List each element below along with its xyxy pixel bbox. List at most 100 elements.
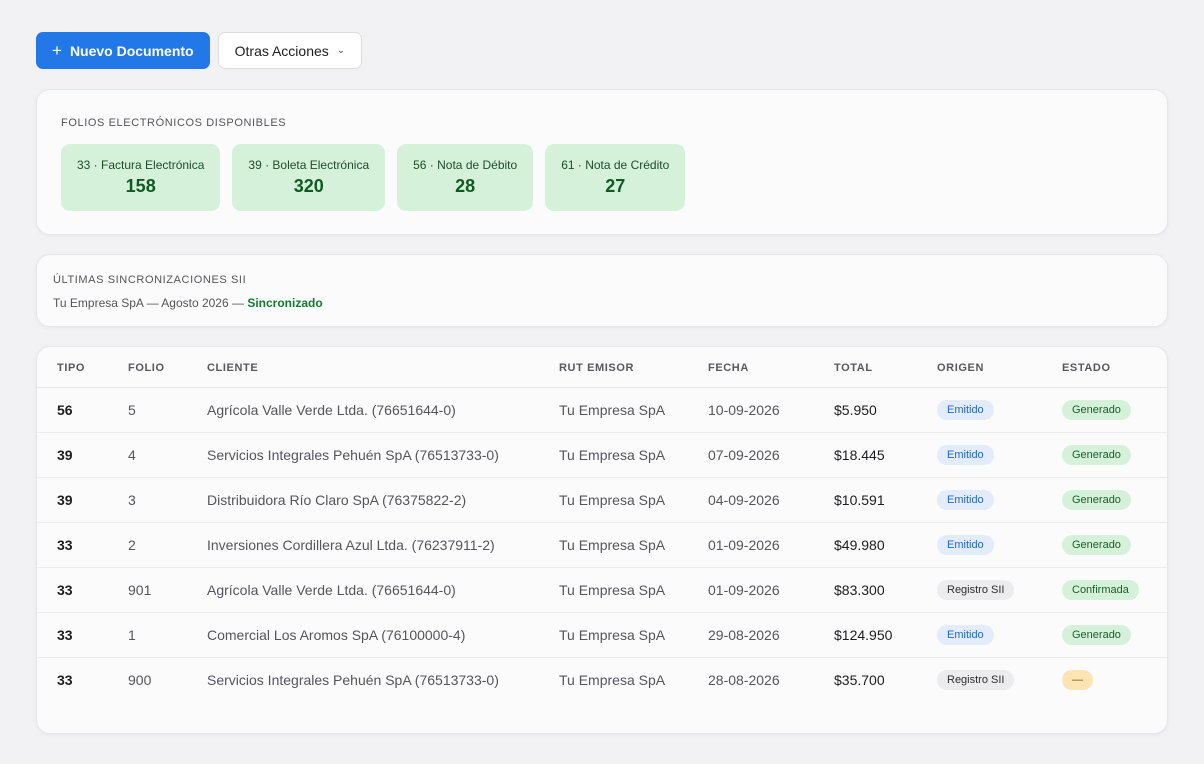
cell-origen: Registro SII [937,567,1062,613]
header-fecha[interactable]: FECHA [708,347,834,388]
folio-label: 39 · Boleta Electrónica [248,158,370,172]
table-row[interactable]: 33 900 Servicios Integrales Pehuén SpA (… [37,657,1167,702]
folios-card: FOLIOS ELECTRÓNICOS DISPONIBLES 33 · Fac… [36,89,1168,235]
cell-folio: 2 [128,522,207,568]
cell-cliente: Comercial Los Aromos SpA (76100000-4) [207,612,559,658]
table-row[interactable]: 33 901 Agrícola Valle Verde Ltda. (76651… [37,567,1167,613]
folio-count: 28 [455,176,476,196]
folio-chip-61: 61 · Nota de Crédito 27 [545,144,686,211]
cell-fecha: 01-09-2026 [708,522,834,568]
table-row[interactable]: 39 4 Servicios Integrales Pehuén SpA (76… [37,432,1167,478]
cell-tipo: 56 [37,387,128,433]
cell-cliente: Servicios Integrales Pehuén SpA (7651373… [207,432,559,478]
sync-description: Tu Empresa SpA — Agosto 2026 — [53,296,244,310]
cell-total: $5.950 [834,387,937,433]
cell-total: $35.700 [834,671,885,688]
estado-badge: Generado [1062,489,1131,510]
folios-title: FOLIOS ELECTRÓNICOS DISPONIBLES [61,117,287,129]
sync-status: Sincronizado [247,296,323,310]
cell-rut-emisor: Tu Empresa SpA [559,522,708,568]
table-row[interactable]: 39 3 Distribuidora Río Claro SpA (763758… [37,477,1167,523]
estado-badge: Generado [1062,624,1131,645]
estado-badge: Generado [1062,399,1131,420]
header-estado[interactable]: ESTADO [1062,347,1167,388]
documents-table: TIPO FOLIO CLIENTE RUT EMISOR FECHA TOTA… [37,347,1167,702]
estado-badge: Confirmada [1062,579,1139,600]
cell-cliente: Inversiones Cordillera Azul Ltda. (76237… [207,522,559,568]
cell-origen: Emitido [937,387,1062,433]
cell-total: $18.445 [834,432,937,478]
cell-tipo: 33 [37,522,128,568]
cell-fecha: 10-09-2026 [708,387,834,433]
sync-line: Tu Empresa SpA — Agosto 2026 — Sincroniz… [53,296,323,310]
folio-chip-56: 56 · Nota de Débito 28 [397,144,534,211]
cell-rut-emisor: Tu Empresa SpA [559,432,708,478]
chevron-down-icon: ⌄ [336,45,346,56]
cell-estado: Generado [1062,477,1167,523]
origen-badge: Emitido [937,444,994,465]
estado-badge: — [1062,669,1093,690]
cell-estado: Generado [1062,387,1167,433]
header-rut-emisor[interactable]: RUT EMISOR [559,347,708,388]
header-folio[interactable]: FOLIO [128,347,207,388]
cell-estado: Generado [1062,612,1167,658]
cell-rut-emisor: Tu Empresa SpA [559,612,708,658]
toolbar: + Nuevo Documento Otras Acciones ⌄ [36,32,363,69]
cell-fecha: 04-09-2026 [708,477,834,523]
sync-card: ÚLTIMAS SINCRONIZACIONES SII Tu Empresa … [36,254,1168,327]
origen-badge: Registro SII [937,669,1015,690]
header-total[interactable]: TOTAL [834,347,937,388]
cell-tipo: 39 [37,432,128,478]
header-origen[interactable]: ORIGEN [937,347,1062,388]
cell-folio: 4 [128,432,207,478]
folio-list: 33 · Factura Electrónica 158 39 · Boleta… [61,144,686,211]
origen-badge: Emitido [937,624,994,645]
header-tipo[interactable]: TIPO [37,347,128,388]
new-document-label: Nuevo Documento [69,42,194,59]
folio-chip-39: 39 · Boleta Electrónica 320 [232,144,386,211]
table-header-row: TIPO FOLIO CLIENTE RUT EMISOR FECHA TOTA… [37,347,1167,388]
origen-badge: Emitido [937,489,994,510]
origen-badge: Emitido [937,534,994,555]
cell-rut-emisor: Tu Empresa SpA [559,387,708,433]
cell-folio: 1 [128,612,207,658]
plus-icon: + [52,41,62,60]
other-actions-label: Otras Acciones [234,42,329,59]
cell-fecha: 01-09-2026 [708,567,834,613]
cell-tipo: 39 [37,477,128,523]
cell-total: $124.950 [834,612,937,658]
cell-total: $10.591 [834,477,937,523]
estado-badge: Generado [1062,444,1131,465]
documents-table-card: TIPO FOLIO CLIENTE RUT EMISOR FECHA TOTA… [36,346,1168,734]
cell-total: $49.980 [834,522,937,568]
cell-folio: 3 [128,477,207,523]
sync-title: ÚLTIMAS SINCRONIZACIONES SII [53,274,247,286]
folio-label: 61 · Nota de Crédito [561,158,670,172]
cell-rut-emisor: Tu Empresa SpA [559,567,708,613]
cell-cliente: Agrícola Valle Verde Ltda. (76651644-0) [207,387,559,433]
table-row[interactable]: 33 2 Inversiones Cordillera Azul Ltda. (… [37,522,1167,568]
header-cliente[interactable]: CLIENTE [207,347,559,388]
cell-estado: — [1062,657,1167,702]
folio-chip-33: 33 · Factura Electrónica 158 [61,144,221,211]
cell-fecha: 29-08-2026 [708,612,834,658]
folio-count: 320 [293,176,324,196]
cell-cliente: Distribuidora Río Claro SpA (76375822-2) [207,477,559,523]
table-row[interactable]: 33 1 Comercial Los Aromos SpA (76100000-… [37,612,1167,658]
cell-tipo: 33 [37,567,128,613]
folio-label: 33 · Factura Electrónica [77,158,205,172]
other-actions-button[interactable]: Otras Acciones ⌄ [217,32,363,69]
cell-folio: 900 [128,671,152,688]
cell-origen: Registro SII [937,657,1062,702]
new-document-button[interactable]: + Nuevo Documento [36,32,210,69]
table-row[interactable]: 56 5 Agrícola Valle Verde Ltda. (7665164… [37,387,1167,433]
estado-badge: Generado [1062,534,1131,555]
origen-badge: Emitido [937,399,994,420]
cell-total: $83.300 [834,567,937,613]
cell-tipo: 33 [57,671,73,688]
cell-origen: Emitido [937,522,1062,568]
cell-folio: 901 [128,567,207,613]
cell-origen: Emitido [937,432,1062,478]
cell-folio: 5 [128,387,207,433]
cell-rut-emisor: Tu Empresa SpA [559,671,666,688]
